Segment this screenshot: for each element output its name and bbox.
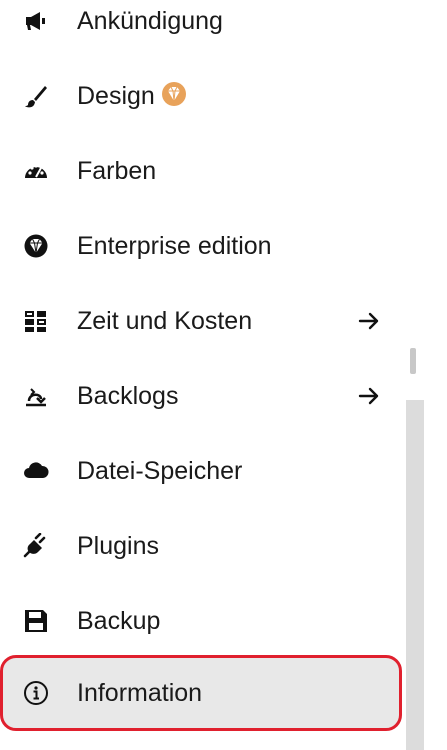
menu-item-colors[interactable]: Farben — [0, 133, 400, 208]
scrollbar-track[interactable] — [406, 400, 424, 750]
floppy-disk-icon — [22, 607, 50, 635]
menu-item-design[interactable]: Design — [0, 58, 400, 133]
palette-gauge-icon — [22, 157, 50, 185]
menu-item-information[interactable]: Information — [0, 655, 402, 731]
time-cost-icon — [22, 307, 50, 335]
menu-item-label: Ankündigung — [77, 6, 223, 35]
paintbrush-icon — [22, 82, 50, 110]
menu-item-label: Backlogs — [77, 381, 179, 410]
menu-item-enterprise-edition[interactable]: Enterprise edition — [0, 208, 400, 283]
menu-item-label: Backup — [77, 606, 161, 635]
scrollbar-handle[interactable] — [410, 348, 416, 374]
menu-item-time-and-costs[interactable]: Zeit und Kosten — [0, 283, 400, 358]
admin-menu: Ankündigung Design Farben Enterprise edi… — [0, 0, 424, 750]
menu-item-file-storage[interactable]: Datei-Speicher — [0, 433, 400, 508]
menu-item-backlogs[interactable]: Backlogs — [0, 358, 400, 433]
menu-item-label: Plugins — [77, 531, 159, 560]
menu-item-announcement[interactable]: Ankündigung — [0, 0, 400, 58]
gem-icon — [22, 232, 50, 260]
menu-item-label: Farben — [77, 156, 157, 185]
cloud-icon — [22, 457, 50, 485]
plug-icon — [22, 532, 50, 560]
menu-item-label: Information — [77, 679, 203, 707]
arrow-right-icon[interactable] — [356, 383, 382, 409]
menu-item-label: Design — [77, 81, 187, 111]
menu-item-label: Enterprise edition — [77, 231, 272, 260]
megaphone-icon — [22, 7, 50, 35]
menu-item-label: Zeit und Kosten — [77, 306, 253, 335]
menu-item-plugins[interactable]: Plugins — [0, 508, 400, 583]
menu-item-backup[interactable]: Backup — [0, 583, 400, 658]
arrow-right-icon[interactable] — [356, 308, 382, 334]
info-circle-icon — [22, 679, 50, 707]
menu-item-label: Datei-Speicher — [77, 456, 243, 485]
enterprise-gem-icon — [161, 81, 186, 106]
backlogs-icon — [22, 382, 50, 410]
